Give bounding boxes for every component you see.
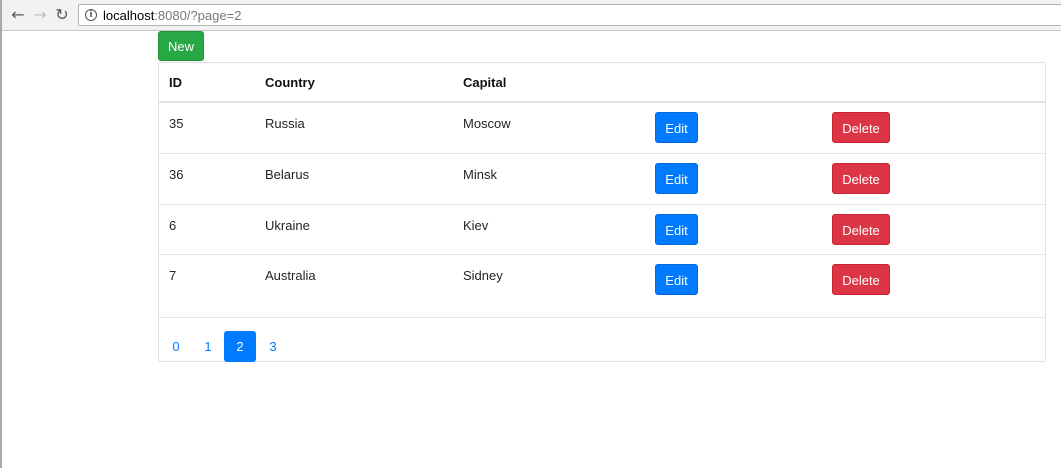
edit-button[interactable]: Edit (655, 264, 698, 295)
cell-capital: Sidney (463, 268, 503, 283)
page-link-0[interactable]: 0 (160, 331, 192, 362)
column-header-capital: Capital (463, 75, 507, 90)
cell-id: 6 (169, 218, 177, 233)
column-header-country: Country (265, 75, 315, 90)
new-button[interactable]: New (158, 31, 204, 61)
cell-country: Australia (265, 268, 316, 283)
table-row: 35 Russia Moscow Edit Delete (159, 102, 1045, 154)
delete-button[interactable]: Delete (832, 264, 890, 295)
countries-table-card: ID Country Capital 35 Russia Moscow Edit… (158, 62, 1046, 362)
address-bar[interactable]: i localhost:8080/?page=2 (78, 4, 1061, 26)
page-link-3[interactable]: 3 (257, 331, 289, 362)
cell-capital: Moscow (463, 116, 511, 131)
info-icon[interactable]: i (85, 9, 97, 21)
browser-toolbar: ← → ↻ i localhost:8080/?page=2 (2, 0, 1061, 31)
delete-button[interactable]: Delete (832, 163, 890, 194)
cell-country: Belarus (265, 167, 310, 182)
cell-id: 36 (169, 167, 184, 182)
window-left-border (0, 0, 2, 468)
page-link-2-active[interactable]: 2 (224, 331, 256, 362)
edit-button[interactable]: Edit (655, 163, 698, 194)
arrow-right-icon[interactable]: → (31, 6, 49, 24)
table-row: 6 Ukraine Kiev Edit Delete (159, 204, 1045, 256)
column-header-id: ID (169, 75, 182, 90)
url-text: localhost:8080/?page=2 (103, 8, 241, 23)
delete-button[interactable]: Delete (832, 214, 890, 245)
reload-icon[interactable]: ↻ (53, 6, 71, 24)
edit-button[interactable]: Edit (655, 214, 698, 245)
table-row: 36 Belarus Minsk Edit Delete (159, 153, 1045, 205)
table-row: 7 Australia Sidney Edit Delete (159, 254, 1045, 306)
url-path: :8080/?page=2 (154, 8, 242, 23)
delete-button[interactable]: Delete (832, 112, 890, 143)
card-footer-divider (159, 317, 1045, 318)
cell-country: Ukraine (265, 218, 310, 233)
cell-capital: Minsk (463, 167, 497, 182)
cell-capital: Kiev (463, 218, 489, 233)
page-link-1[interactable]: 1 (192, 331, 224, 362)
cell-id: 35 (169, 116, 184, 131)
edit-button[interactable]: Edit (655, 112, 698, 143)
cell-id: 7 (169, 268, 177, 283)
cell-country: Russia (265, 116, 305, 131)
url-host: localhost (103, 8, 155, 23)
arrow-left-icon[interactable]: ← (9, 6, 27, 24)
